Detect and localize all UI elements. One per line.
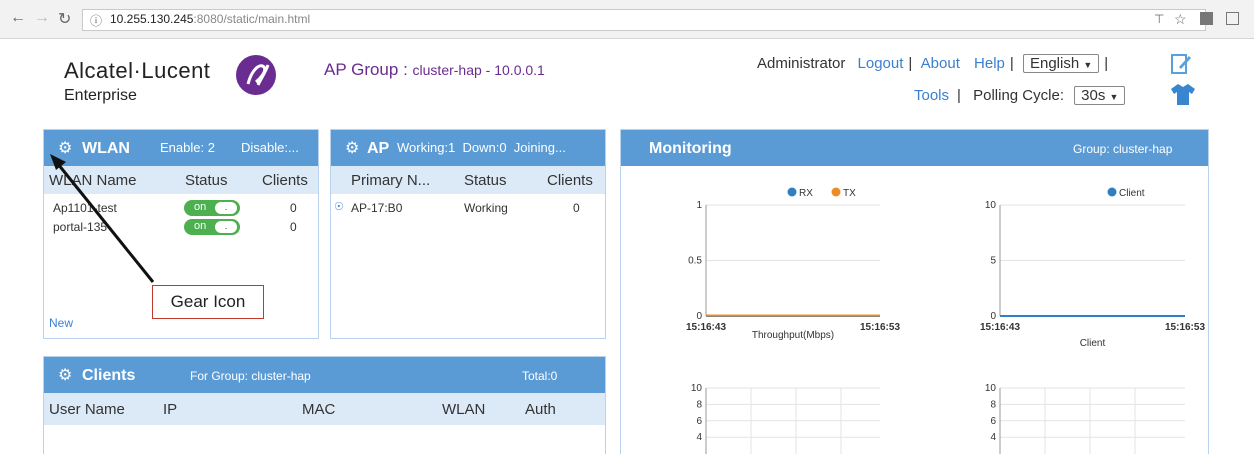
legend-label-client: Client xyxy=(1119,188,1145,199)
x-axis-label: Throughput(Mbps) xyxy=(752,330,834,341)
y-tick-label: 0 xyxy=(990,311,996,322)
legend-marker-rx xyxy=(787,187,797,197)
x-tick-label: 15:16:53 xyxy=(860,322,900,333)
legend-label-tx: TX xyxy=(843,188,856,199)
y-tick-label: 6 xyxy=(696,416,702,427)
x-tick-label: 15:16:53 xyxy=(1165,322,1205,333)
monitoring-charts: 0 0.5 1 15:16:43 15:16:53 Throughput(Mbps) RX T… xyxy=(686,187,1205,454)
y-tick-label: 10 xyxy=(985,200,997,211)
x-axis-label: Client xyxy=(1080,338,1106,349)
y-tick-label: 4 xyxy=(696,432,702,443)
x-tick-label: 15:16:43 xyxy=(686,322,726,333)
y-tick-label: 0.5 xyxy=(688,256,702,267)
y-tick-label: 1 xyxy=(696,200,702,211)
y-tick-label: 8 xyxy=(696,399,702,410)
y-tick-label: 10 xyxy=(985,383,997,394)
legend-marker-client xyxy=(1107,187,1117,197)
y-tick-label: 10 xyxy=(691,383,703,394)
y-tick-label: 8 xyxy=(990,399,996,410)
y-tick-label: 0 xyxy=(696,311,702,322)
y-tick-label: 6 xyxy=(990,416,996,427)
y-tick-label: 4 xyxy=(990,432,996,443)
legend-marker-tx xyxy=(831,187,841,197)
y-tick-label: 5 xyxy=(990,256,996,267)
legend-label-rx: RX xyxy=(799,188,813,199)
x-tick-label: 15:16:43 xyxy=(980,322,1020,333)
